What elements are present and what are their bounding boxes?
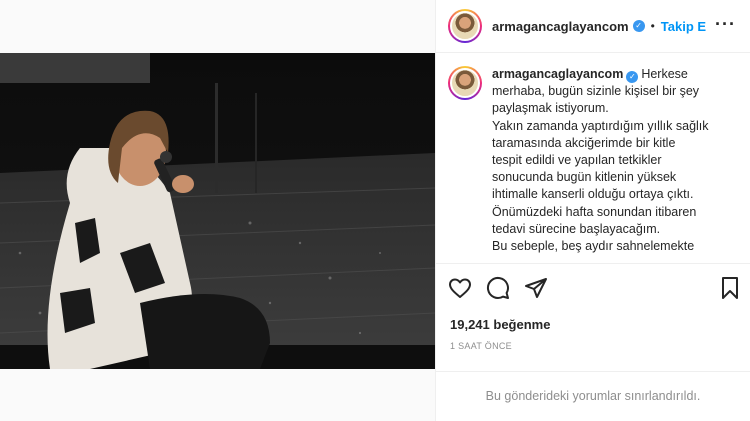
caption-line: merhaba, bugün sizinle kişisel bir şey [492, 84, 700, 99]
caption-avatar[interactable] [448, 66, 482, 100]
post-actions [448, 276, 742, 302]
caption-line: tedavi sürecine başlayacağım. [492, 221, 661, 236]
stage-photo-illustration [0, 53, 435, 369]
actions-divider [436, 263, 750, 264]
caption-line: Bu sebeple, beş aydır sahnelemekte [492, 239, 695, 254]
author-avatar[interactable] [448, 9, 482, 43]
caption-line: Herkese [641, 67, 688, 81]
caption-first-line: armagancaglayancom ✓ Herkese [492, 66, 709, 83]
heart-icon[interactable] [448, 276, 472, 300]
comment-icon[interactable] [486, 276, 510, 300]
caption-line: sonucunda bugün kitlenin yüksek [492, 170, 677, 185]
caption-line: Önümüzdeki hafta sonundan itibaren [492, 204, 697, 219]
likes-count[interactable]: 19,241 beğenme [450, 317, 550, 332]
caption-line: taramasında akciğerimde bir kitle [492, 135, 676, 150]
post-header: armagancaglayancom ✓ • Takip E ··· [436, 0, 750, 53]
separator-dot: • [650, 19, 655, 33]
verified-badge-icon: ✓ [632, 20, 645, 32]
caption-line: ihtimalle kanserli olduğu ortaya çıktı. [492, 187, 694, 202]
bookmark-icon[interactable] [718, 276, 742, 300]
caption-line: tespit edildi ve yapılan tetkikler [492, 153, 662, 168]
caption-line: paylaşmak istiyorum. [492, 101, 609, 116]
caption-text: armagancaglayancom ✓ Herkese merhaba, bugü… [492, 66, 709, 261]
post-caption: armagancaglayancom ✓ Herkese merhaba, bugü… [448, 66, 746, 261]
share-icon[interactable] [524, 276, 548, 300]
more-horizontal-icon[interactable]: ··· [715, 14, 736, 35]
caption-verified-badge-icon: ✓ [626, 71, 639, 83]
comments-limited-notice: Bu gönderideki yorumlar sınırlandırıldı. [485, 389, 701, 403]
caption-line: Yakın zamanda yaptırdığım yıllık sağlık [492, 118, 709, 133]
author-username[interactable]: armagancaglayancom [492, 19, 629, 34]
media-pane [0, 0, 435, 421]
follow-button[interactable]: Takip E [661, 19, 706, 34]
post-timestamp[interactable]: 1 SAAT ÖNCE [450, 341, 512, 351]
post-photo[interactable] [0, 53, 435, 369]
comments-divider [436, 371, 750, 372]
caption-username[interactable]: armagancaglayancom [492, 67, 623, 81]
post-sidebar: armagancaglayancom ✓ • Takip E ··· armag… [436, 0, 750, 421]
